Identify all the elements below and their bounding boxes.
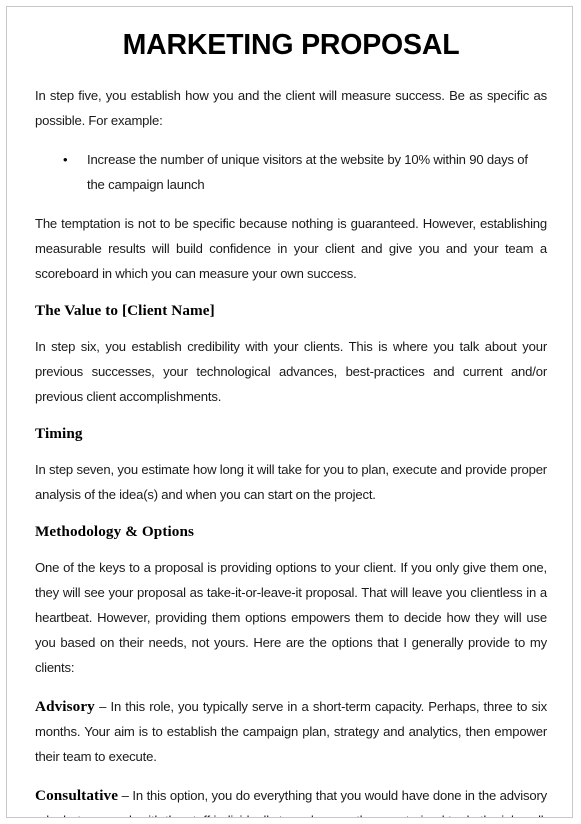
section-heading-value-to-client: The Value to [Client Name] xyxy=(35,301,215,319)
option-term-advisory: Advisory xyxy=(35,697,95,715)
document-page: MARKETING PROPOSAL In step five, you est… xyxy=(6,6,573,818)
bullet-list: • Increase the number of unique visitors… xyxy=(35,147,547,197)
option-advisory: Advisory – In this role, you typically s… xyxy=(35,694,547,769)
section-heading-methodology-options: Methodology & Options xyxy=(35,522,195,540)
option-term-consultative: Consultative xyxy=(35,786,119,804)
page-title: MARKETING PROPOSAL xyxy=(122,29,460,61)
intro-paragraph: In step five, you establish how you and … xyxy=(35,87,547,128)
list-item: • Increase the number of unique visitors… xyxy=(35,147,547,197)
section-paragraph-value-to-client: In step six, you establish credibility w… xyxy=(35,338,547,404)
temptation-paragraph: The temptation is not to be specific bec… xyxy=(35,215,547,281)
section-paragraph-timing: In step seven, you estimate how long it … xyxy=(35,461,547,502)
option-body-advisory: – In this role, you typically serve in a… xyxy=(35,698,547,764)
bullet-dot-icon: • xyxy=(63,151,68,167)
option-consultative: Consultative – In this option, you do ev… xyxy=(35,783,547,817)
list-item-label: Increase the number of unique visitors a… xyxy=(87,151,528,192)
section-paragraph-methodology-options: One of the keys to a proposal is providi… xyxy=(35,559,547,675)
section-heading-timing: Timing xyxy=(35,424,83,442)
document-content: MARKETING PROPOSAL In step five, you est… xyxy=(7,7,572,817)
